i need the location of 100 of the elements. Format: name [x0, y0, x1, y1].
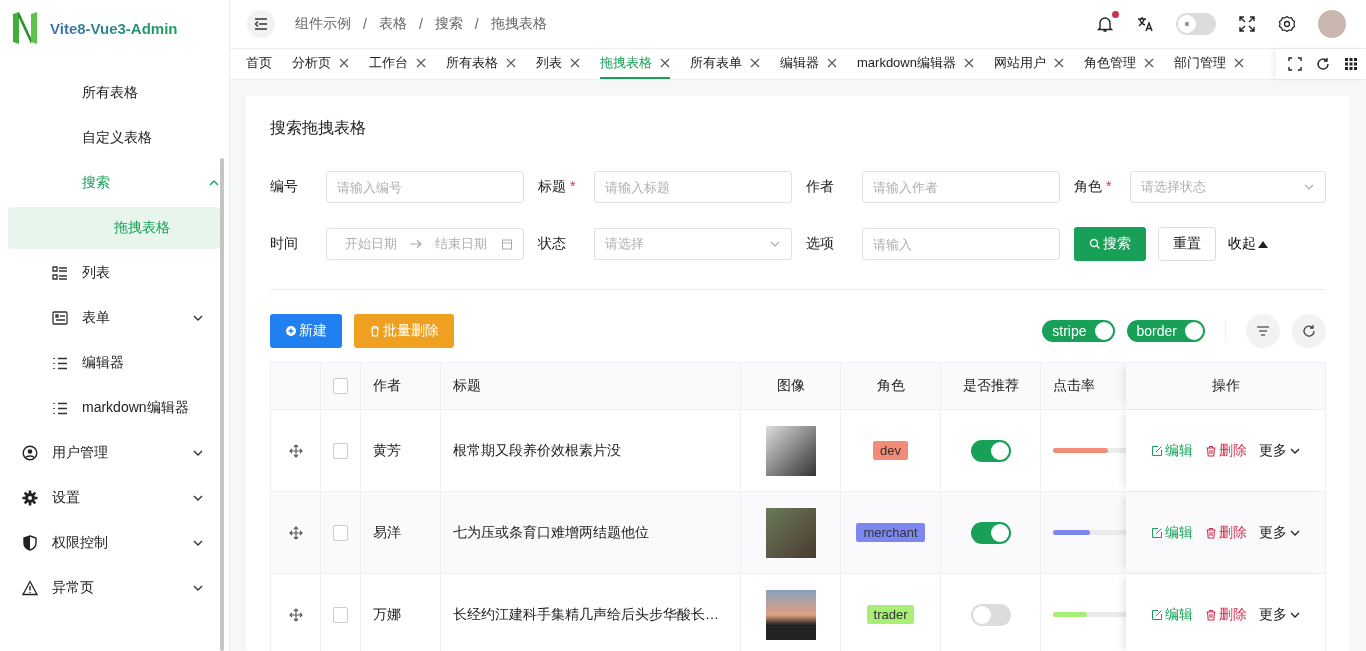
menu-item[interactable]: 编辑器: [8, 342, 220, 384]
close-icon[interactable]: [1233, 58, 1244, 68]
tab[interactable]: 部门管理: [1173, 49, 1244, 79]
tab[interactable]: 首页: [246, 49, 272, 79]
field-label: 作者: [806, 178, 834, 196]
menu-item[interactable]: 权限控制: [8, 522, 220, 564]
menu-item[interactable]: 异常页: [8, 567, 220, 609]
delete-link[interactable]: 删除: [1205, 441, 1247, 460]
collapse-link[interactable]: 收起: [1228, 235, 1268, 253]
translate-icon[interactable]: [1136, 15, 1154, 33]
close-icon[interactable]: [339, 58, 349, 68]
fullscreen-icon[interactable]: [1288, 57, 1302, 71]
input-field[interactable]: 请输入作者: [862, 171, 1060, 203]
menu-item[interactable]: markdown编辑器: [8, 387, 220, 429]
tab[interactable]: markdown编辑器: [857, 49, 974, 79]
field-label: 角色: [1074, 178, 1102, 196]
breadcrumb-item[interactable]: 搜索: [434, 15, 463, 33]
close-icon[interactable]: [660, 58, 670, 68]
collapse-menu-button[interactable]: [247, 10, 275, 38]
warning-icon: [22, 580, 38, 596]
trash-icon: [1205, 444, 1217, 457]
form-icon: [52, 310, 68, 326]
close-icon[interactable]: [750, 58, 760, 68]
more-dropdown[interactable]: 更多: [1259, 441, 1301, 460]
close-icon[interactable]: [827, 58, 837, 68]
triangle-up-icon: [1258, 240, 1268, 248]
menu-item[interactable]: 自定义表格: [8, 117, 220, 159]
breadcrumb-item[interactable]: 表格: [378, 15, 407, 33]
toggle-switch[interactable]: [970, 439, 1011, 462]
settings-icon: [22, 490, 38, 506]
table-cell: 七为压或条育口难增两结题他位: [441, 492, 741, 573]
checkbox[interactable]: [333, 606, 348, 623]
grid-menu-icon[interactable]: [1344, 57, 1358, 71]
trash-icon: [369, 325, 381, 337]
delete-link[interactable]: 删除: [1205, 523, 1247, 542]
tab[interactable]: 所有表单: [690, 49, 760, 79]
scrollbar[interactable]: [220, 158, 224, 651]
plus-circle-icon: [285, 325, 297, 337]
edit-link[interactable]: 编辑: [1151, 441, 1193, 460]
delete-link[interactable]: 删除: [1205, 605, 1247, 624]
fullscreen-icon[interactable]: [1238, 15, 1256, 33]
close-icon[interactable]: [570, 58, 580, 68]
trash-icon: [1205, 608, 1217, 621]
column-header: 作者: [361, 363, 441, 409]
column-header: 是否推荐: [941, 363, 1041, 409]
menu-item[interactable]: 搜索: [8, 162, 220, 204]
logo-icon: [10, 10, 40, 46]
role-tag: trader: [866, 605, 915, 624]
filter-button[interactable]: [1246, 314, 1280, 348]
menu-item[interactable]: 表单: [8, 297, 220, 339]
menu-item[interactable]: 列表: [8, 252, 220, 294]
input-field[interactable]: 请输入编号: [326, 171, 524, 203]
edit-icon: [1151, 444, 1163, 457]
checkbox[interactable]: [333, 378, 348, 394]
refresh-icon[interactable]: [1316, 57, 1330, 71]
toggle-switch[interactable]: [970, 521, 1011, 544]
drag-handle-icon[interactable]: [288, 607, 303, 622]
drag-handle-icon[interactable]: [288, 525, 303, 540]
tab[interactable]: 分析页: [292, 49, 349, 79]
user-icon: [22, 445, 38, 461]
settings-icon[interactable]: [1278, 15, 1296, 33]
toggle-switch[interactable]: [970, 603, 1011, 626]
close-icon[interactable]: [506, 58, 516, 68]
tab[interactable]: 列表: [536, 49, 580, 79]
breadcrumb-item[interactable]: 拖拽表格: [490, 15, 547, 33]
drag-handle-icon[interactable]: [288, 443, 303, 458]
column-header: 图像: [741, 363, 841, 409]
close-icon[interactable]: [416, 58, 426, 68]
edit-link[interactable]: 编辑: [1151, 605, 1193, 624]
card-title: 搜索拖拽表格: [270, 118, 367, 138]
more-dropdown[interactable]: 更多: [1259, 605, 1301, 624]
menu-item[interactable]: 用户管理: [8, 432, 220, 474]
bell-icon[interactable]: [1096, 15, 1114, 33]
checkbox[interactable]: [333, 442, 348, 459]
more-dropdown[interactable]: 更多: [1259, 523, 1301, 542]
table-cell: 万娜: [361, 574, 441, 651]
tab[interactable]: 所有表格: [446, 49, 516, 79]
menu-item[interactable]: 所有表格: [8, 72, 220, 114]
tab[interactable]: 工作台: [369, 49, 426, 79]
photo-placeholder: [765, 507, 816, 558]
tab[interactable]: 网站用户: [993, 49, 1064, 79]
role-tag: dev: [873, 441, 908, 460]
new-button[interactable]: 新建: [270, 314, 342, 348]
close-icon[interactable]: [963, 58, 974, 68]
reset-button[interactable]: 重置: [1158, 227, 1216, 261]
close-icon[interactable]: [1053, 58, 1064, 68]
breadcrumb-separator: /: [363, 16, 367, 32]
refresh-button[interactable]: [1292, 314, 1326, 348]
list-icon: [52, 400, 68, 416]
checkbox[interactable]: [333, 524, 348, 541]
input-field[interactable]: 请输入标题: [594, 171, 792, 203]
tab[interactable]: 编辑器: [780, 49, 837, 79]
breadcrumb-item[interactable]: 组件示例: [295, 15, 351, 33]
input-field[interactable]: 请输入: [862, 228, 1060, 260]
tab[interactable]: 角色管理: [1083, 49, 1154, 79]
field-label: 状态: [538, 235, 566, 253]
menu-item[interactable]: 设置: [8, 477, 220, 519]
close-icon[interactable]: [1143, 58, 1154, 68]
theme-switch[interactable]: [1176, 13, 1216, 35]
tab[interactable]: 拖拽表格: [600, 49, 670, 79]
